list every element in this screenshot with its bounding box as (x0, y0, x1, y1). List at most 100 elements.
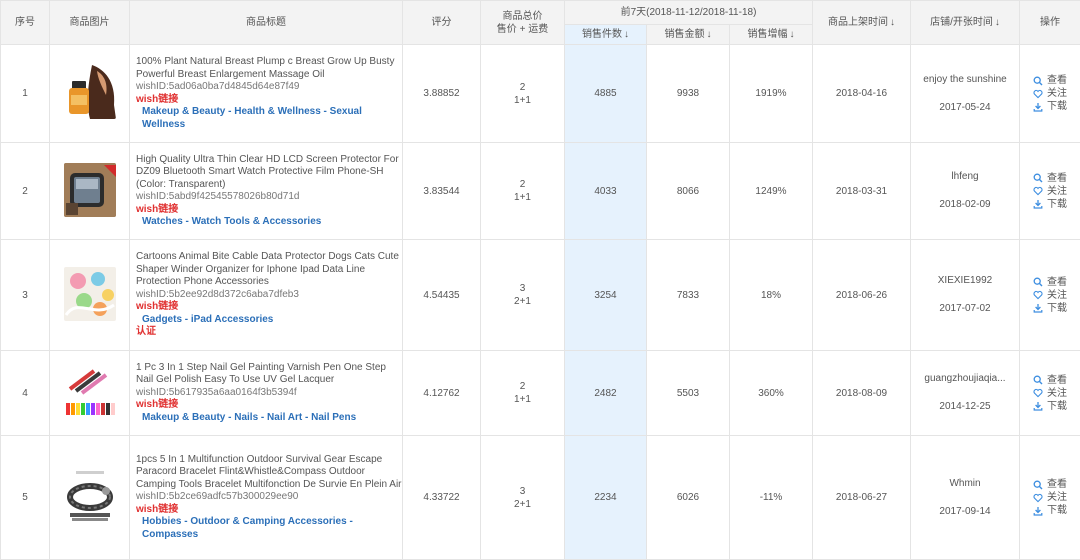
category-link[interactable]: Watch Tools & Accessories (192, 216, 322, 227)
view-button[interactable]: 查看 (1032, 478, 1080, 491)
row-rating: 3.88852 (402, 44, 481, 143)
store-open-date: 2014-12-25 (939, 401, 991, 412)
category-link[interactable]: Hobbies (142, 516, 181, 527)
header-sales-growth[interactable]: 销售增幅 ↓ (729, 24, 813, 45)
header-rating[interactable]: 评分 (402, 0, 481, 45)
wish-id: wishID:5b617935a6aa0164f3b5394f (136, 386, 297, 398)
sales-growth-value: 1919% (755, 88, 787, 99)
category-path: Gadgets - iPad Accessories (136, 314, 402, 327)
header-sales-amount[interactable]: 销售金额 ↓ (646, 24, 730, 45)
smartwatch-thumbnail[interactable] (63, 162, 116, 217)
view-label: 查看 (1047, 374, 1067, 386)
header-store[interactable]: 店铺/开张时间 ↓ (910, 0, 1020, 45)
follow-button[interactable]: 关注 (1032, 387, 1080, 400)
follow-button[interactable]: 关注 (1032, 491, 1080, 504)
wish-link[interactable]: wish链接 (136, 94, 402, 107)
category-link[interactable]: Health & Wellness (234, 106, 321, 117)
store-name-link[interactable]: lhfeng (911, 170, 1019, 184)
product-title-link[interactable]: 1pcs 5 In 1 Multifunction Outdoor Surviv… (136, 454, 402, 492)
category-link[interactable]: Watches (142, 216, 183, 227)
row-price: 2 1+1 (480, 44, 565, 143)
header-sales-qty[interactable]: 销售件数 ↓ (564, 24, 647, 45)
store-name-link[interactable]: Whmin (911, 477, 1019, 491)
row-index: 2 (0, 142, 50, 240)
sales-qty-value: 4033 (594, 185, 617, 197)
view-label: 查看 (1047, 479, 1067, 490)
category-link[interactable]: Nail Art (267, 412, 302, 423)
sales-amount-value: 6026 (676, 492, 700, 503)
row-rating: 3.83544 (402, 142, 481, 240)
wish-link[interactable]: wish链接 (136, 301, 402, 314)
search-icon (1032, 75, 1044, 86)
row-price: 2 1+1 (480, 142, 565, 240)
header-rating-label: 评分 (431, 17, 452, 28)
category-link[interactable]: Makeup & Beauty (142, 412, 225, 423)
product-title-link[interactable]: 100% Plant Natural Breast Plump c Breast… (136, 56, 402, 81)
view-button[interactable]: 查看 (1032, 276, 1080, 289)
wish-link[interactable]: wish链接 (136, 399, 402, 412)
sales-growth-value: 1249% (755, 185, 787, 197)
store-open-date: 2017-05-24 (939, 101, 991, 113)
follow-button[interactable]: 关注 (1032, 87, 1080, 100)
listed-time-value: 2018-08-09 (835, 387, 888, 399)
category-link[interactable]: Nail Pens (311, 412, 356, 423)
row-actions: 查看 关注 下载 (1019, 350, 1080, 436)
verified-badge: 认证 (136, 326, 156, 338)
row-image-cell (49, 142, 130, 240)
download-button[interactable]: 下载 (1032, 504, 1080, 517)
wish-id: wishID:5b2ce69adfc57b300029ee90 (136, 491, 299, 503)
row-store: Whmin 2017-09-14 (910, 435, 1020, 560)
header-store-label: 店铺/开张时间 (930, 17, 993, 28)
category-link[interactable]: iPad Accessories (191, 314, 273, 325)
row-title-cell: 1 Pc 3 In 1 Step Nail Gel Painting Varni… (129, 350, 403, 436)
wish-link[interactable]: wish链接 (136, 504, 402, 517)
category-link[interactable]: Makeup & Beauty (142, 106, 225, 117)
row-sales-amount: 9938 (646, 44, 730, 143)
product-title-link[interactable]: Cartoons Animal Bite Cable Data Protecto… (136, 251, 402, 289)
download-button[interactable]: 下载 (1032, 198, 1080, 211)
row-price: 3 2+1 (480, 239, 565, 351)
header-period: 前7天(2018-11-12/2018-11-18) (564, 0, 813, 25)
download-label: 下载 (1047, 505, 1067, 516)
paracord-bracelet-thumbnail[interactable] (63, 469, 116, 523)
store-name-link[interactable]: guangzhoujiaqia... (911, 372, 1019, 386)
category-link[interactable]: Gadgets (142, 314, 182, 325)
download-button[interactable]: 下载 (1032, 302, 1080, 315)
rating-value: 4.54435 (423, 289, 460, 301)
category-link[interactable]: Outdoor & Camping Accessories (190, 516, 346, 527)
cable-protector-thumbnail[interactable] (63, 266, 116, 321)
header-listed-time[interactable]: 商品上架时间 ↓ (812, 0, 911, 45)
category-link[interactable]: Compasses (142, 529, 198, 540)
store-name-link[interactable]: enjoy the sunshine (911, 73, 1019, 87)
download-icon (1032, 101, 1044, 112)
wish-link[interactable]: wish链接 (136, 204, 402, 217)
follow-button[interactable]: 关注 (1032, 289, 1080, 302)
product-title-link[interactable]: 1 Pc 3 In 1 Step Nail Gel Painting Varni… (136, 362, 402, 387)
row-sales-amount: 5503 (646, 350, 730, 436)
follow-button[interactable]: 关注 (1032, 185, 1080, 198)
product-table: 序号 商品图片 商品标题 评分 商品总价 售价 + 运费 前7天(2018-11… (0, 0, 1080, 560)
follow-label: 关注 (1047, 88, 1067, 99)
row-sales-amount: 6026 (646, 435, 730, 560)
header-price-line2: 售价 + 运费 (496, 23, 549, 35)
row-index: 5 (0, 435, 50, 560)
store-name-link[interactable]: XIEXIE1992 (911, 274, 1019, 288)
heart-icon (1032, 186, 1044, 197)
product-title-link[interactable]: High Quality Ultra Thin Clear HD LCD Scr… (136, 154, 402, 192)
download-button[interactable]: 下载 (1032, 100, 1080, 113)
view-button[interactable]: 查看 (1032, 172, 1080, 185)
nail-pen-thumbnail[interactable] (63, 364, 116, 419)
sales-qty-value: 2234 (594, 492, 617, 503)
rating-value: 4.12762 (423, 387, 460, 399)
view-button[interactable]: 查看 (1032, 74, 1080, 87)
header-image-label: 商品图片 (69, 17, 110, 28)
category-link[interactable]: Nails (234, 412, 258, 423)
sort-arrow-icon: ↓ (994, 17, 1000, 28)
download-button[interactable]: 下载 (1032, 400, 1080, 413)
view-button[interactable]: 查看 (1032, 374, 1080, 387)
oil-bottle-thumbnail[interactable] (63, 65, 116, 119)
header-title: 商品标题 (129, 0, 403, 45)
price-value: 3 (519, 283, 526, 294)
table-row: 5 1pcs 5 In 1 Multifunction Outdoor Surv… (0, 435, 1080, 560)
header-price[interactable]: 商品总价 售价 + 运费 (480, 0, 565, 45)
